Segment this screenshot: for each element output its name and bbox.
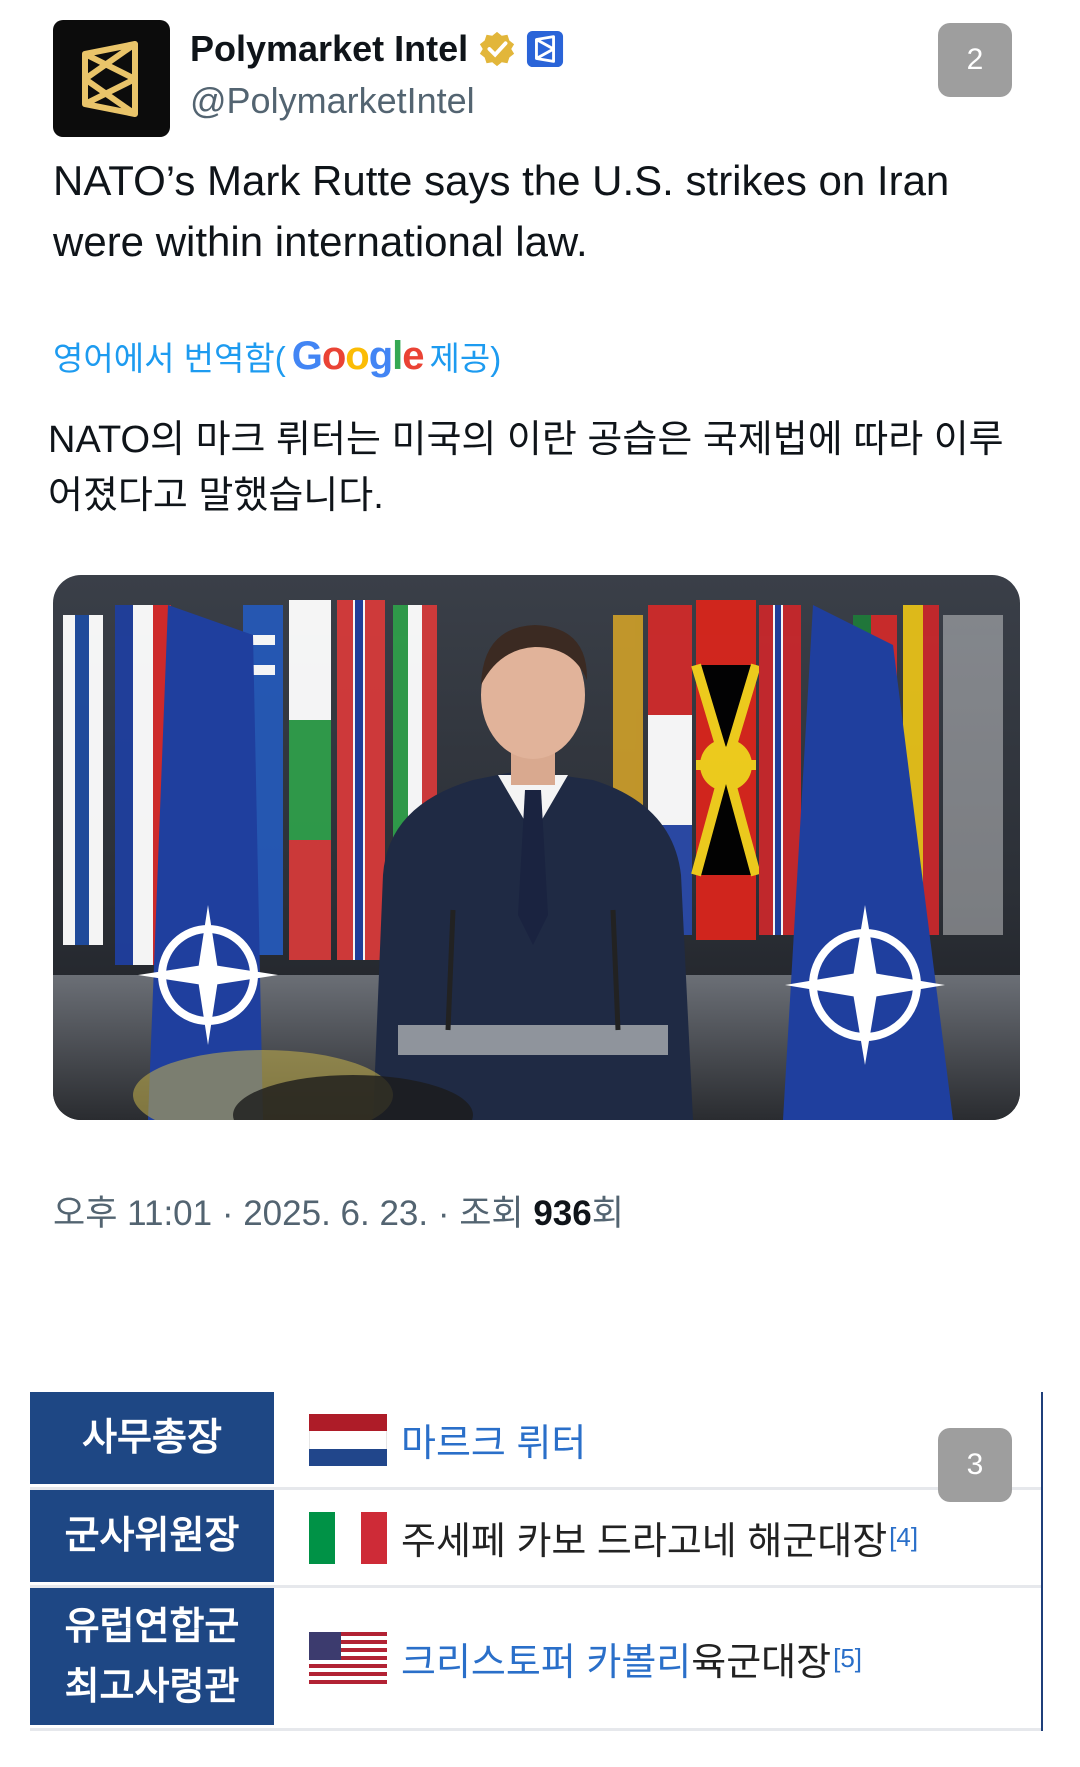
italy-flag-icon: [309, 1511, 387, 1564]
author-row: Polymarket Intel: [190, 28, 564, 70]
row-label: 군사위원장: [30, 1490, 278, 1585]
usa-flag-icon: [309, 1632, 387, 1684]
netherlands-flag-icon: [309, 1413, 387, 1466]
tweet-timestamp[interactable]: 오후 11:01 · 2025. 6. 23. · 조회: [53, 1194, 533, 1233]
view-count: 936: [533, 1194, 592, 1233]
tweet-photo[interactable]: [53, 575, 1020, 1120]
avatar[interactable]: [53, 20, 170, 137]
translation-note: 영어에서 번역함( Google 제공): [53, 332, 501, 380]
saceur-link[interactable]: 크리스토퍼 카볼리: [401, 1631, 691, 1686]
nato-leadership-table: 사무총장 마르크 뤼터 군사위원장 주세페 카보 드라고네 해군대장 [4] 유럽…: [30, 1392, 1043, 1731]
secretary-general-link[interactable]: 마르크 뤼터: [401, 1412, 586, 1467]
row-label: 유럽연합군 최고사령관: [30, 1588, 278, 1728]
tweet-card: Polymarket Intel @PolymarketIntel 2 NATO…: [0, 0, 1080, 1270]
table-row: 군사위원장 주세페 카보 드라고네 해군대장 [4]: [30, 1490, 1041, 1588]
translated-text: NATO의 마크 뤼터는 미국의 이란 공습은 국제법에 따라 이루어졌다고 말…: [48, 419, 1004, 517]
table-row: 사무총장 마르크 뤼터: [30, 1392, 1041, 1490]
row-label: 사무총장: [30, 1392, 278, 1487]
display-name[interactable]: Polymarket Intel: [190, 28, 468, 70]
translation-suffix: 제공): [429, 340, 502, 377]
reference-link[interactable]: [4]: [889, 1522, 918, 1553]
military-committee-chair: 주세페 카보 드라고네 해군대장: [401, 1521, 888, 1563]
translation-prefix: 영어에서 번역함(: [53, 340, 286, 377]
tweet-text: NATO’s Mark Rutte says the U.S. strikes …: [53, 157, 950, 265]
google-logo: Google: [291, 333, 425, 378]
polymarket-logo-icon: [81, 40, 138, 117]
tweet-meta: 오후 11:01 · 2025. 6. 23. · 조회 936회: [53, 1185, 624, 1236]
row-value: 주세페 카보 드라고네 해군대장 [4]: [278, 1490, 1041, 1585]
row-value: 크리스토퍼 카볼리 육군대장 [5]: [278, 1588, 1041, 1728]
saceur-rank: 육군대장: [691, 1641, 832, 1684]
affiliate-badge-icon: [527, 30, 564, 68]
verified-badge-icon: [480, 31, 515, 67]
reference-link[interactable]: [5]: [833, 1643, 862, 1674]
page-number-badge: 3: [938, 1428, 1012, 1502]
row-value: 마르크 뤼터: [278, 1392, 1041, 1487]
page-number-badge: 2: [938, 23, 1012, 97]
view-suffix: 회: [591, 1194, 624, 1233]
table-row: 유럽연합군 최고사령관 크리스토퍼 카볼리 육군대장 [5]: [30, 1588, 1041, 1731]
nato-press-photo: [53, 575, 1020, 1120]
user-handle[interactable]: @PolymarketIntel: [190, 80, 475, 122]
